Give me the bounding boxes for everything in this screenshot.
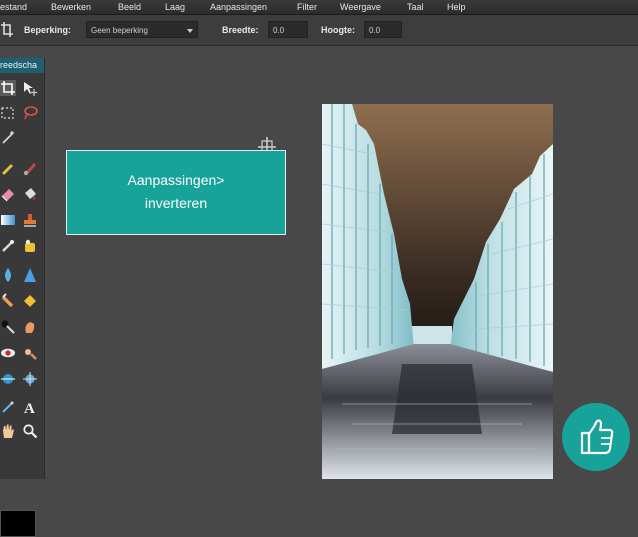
zoom-icon[interactable] [22,423,38,439]
picker-icon[interactable] [0,399,16,415]
crop-options-icon [1,22,13,37]
menu-bestand[interactable]: estand [0,2,27,12]
menu-bewerken[interactable]: Bewerken [51,2,91,12]
smudge-icon[interactable] [0,293,16,309]
menu-help[interactable]: Help [447,2,466,12]
menu-laag[interactable]: Laag [165,2,185,12]
text-icon[interactable]: A [22,399,38,415]
toolbox-title: reedscha [0,58,44,73]
burn-icon[interactable] [22,319,38,335]
thumbs-up-button[interactable] [562,403,630,471]
hoogte-input[interactable]: 0.0 [364,21,402,38]
callout-line-2: inverteren [144,195,208,211]
spherize-icon[interactable] [22,371,38,387]
canvas-image [322,104,553,479]
beperking-select[interactable]: Geen beperking [86,21,198,38]
chevron-down-icon [187,29,193,33]
sponge-icon[interactable] [22,293,38,309]
menu-beeld[interactable]: Beeld [118,2,141,12]
marquee-icon[interactable] [0,105,16,121]
pencil-icon[interactable] [0,160,16,176]
wand-icon[interactable] [0,130,16,146]
toolbox-panel: reedscha A [0,58,45,537]
red-eye-icon[interactable] [0,345,16,361]
beperking-value: Geen beperking [91,26,148,35]
menu-filter[interactable]: Filter [297,2,317,12]
menu-weergave[interactable]: Weergave [340,2,381,12]
bloat-icon[interactable] [22,345,38,361]
drop-icon[interactable] [0,267,16,283]
menu-taal[interactable]: Taal [407,2,424,12]
bucket-icon[interactable] [22,186,38,202]
svg-text:A: A [24,401,35,415]
menu-aanpassingen[interactable]: Aanpassingen [210,2,267,12]
options-bar: Beperking: Geen beperking Breedte: 0.0 H… [0,15,638,46]
hand-icon[interactable] [0,423,16,439]
foreground-color-swatch[interactable] [0,510,36,537]
brush-icon[interactable] [22,160,38,176]
menu-bar: estand Bewerken Beeld Laag Aanpassingen … [0,0,638,15]
stamp-icon[interactable] [22,212,38,228]
move-icon[interactable] [22,80,38,96]
thumbs-up-icon [580,419,614,455]
beperking-label: Beperking: [24,25,72,35]
callout-line-1: Aanpassingen> [127,172,225,188]
lasso-icon[interactable] [22,105,38,121]
color-replace-icon[interactable] [22,238,38,254]
instruction-callout: Aanpassingen> inverteren [66,150,286,235]
eraser-icon[interactable] [0,186,16,202]
dodge-icon[interactable] [0,319,16,335]
pinch-icon[interactable] [0,371,16,387]
hoogte-label: Hoogte: [321,25,355,35]
healing-icon[interactable] [0,238,16,254]
breedte-label: Breedte: [222,25,259,35]
breedte-input[interactable]: 0.0 [268,21,308,38]
sharpen-icon[interactable] [22,267,38,283]
crop-icon[interactable] [0,80,16,96]
gradient-icon[interactable] [0,212,16,228]
